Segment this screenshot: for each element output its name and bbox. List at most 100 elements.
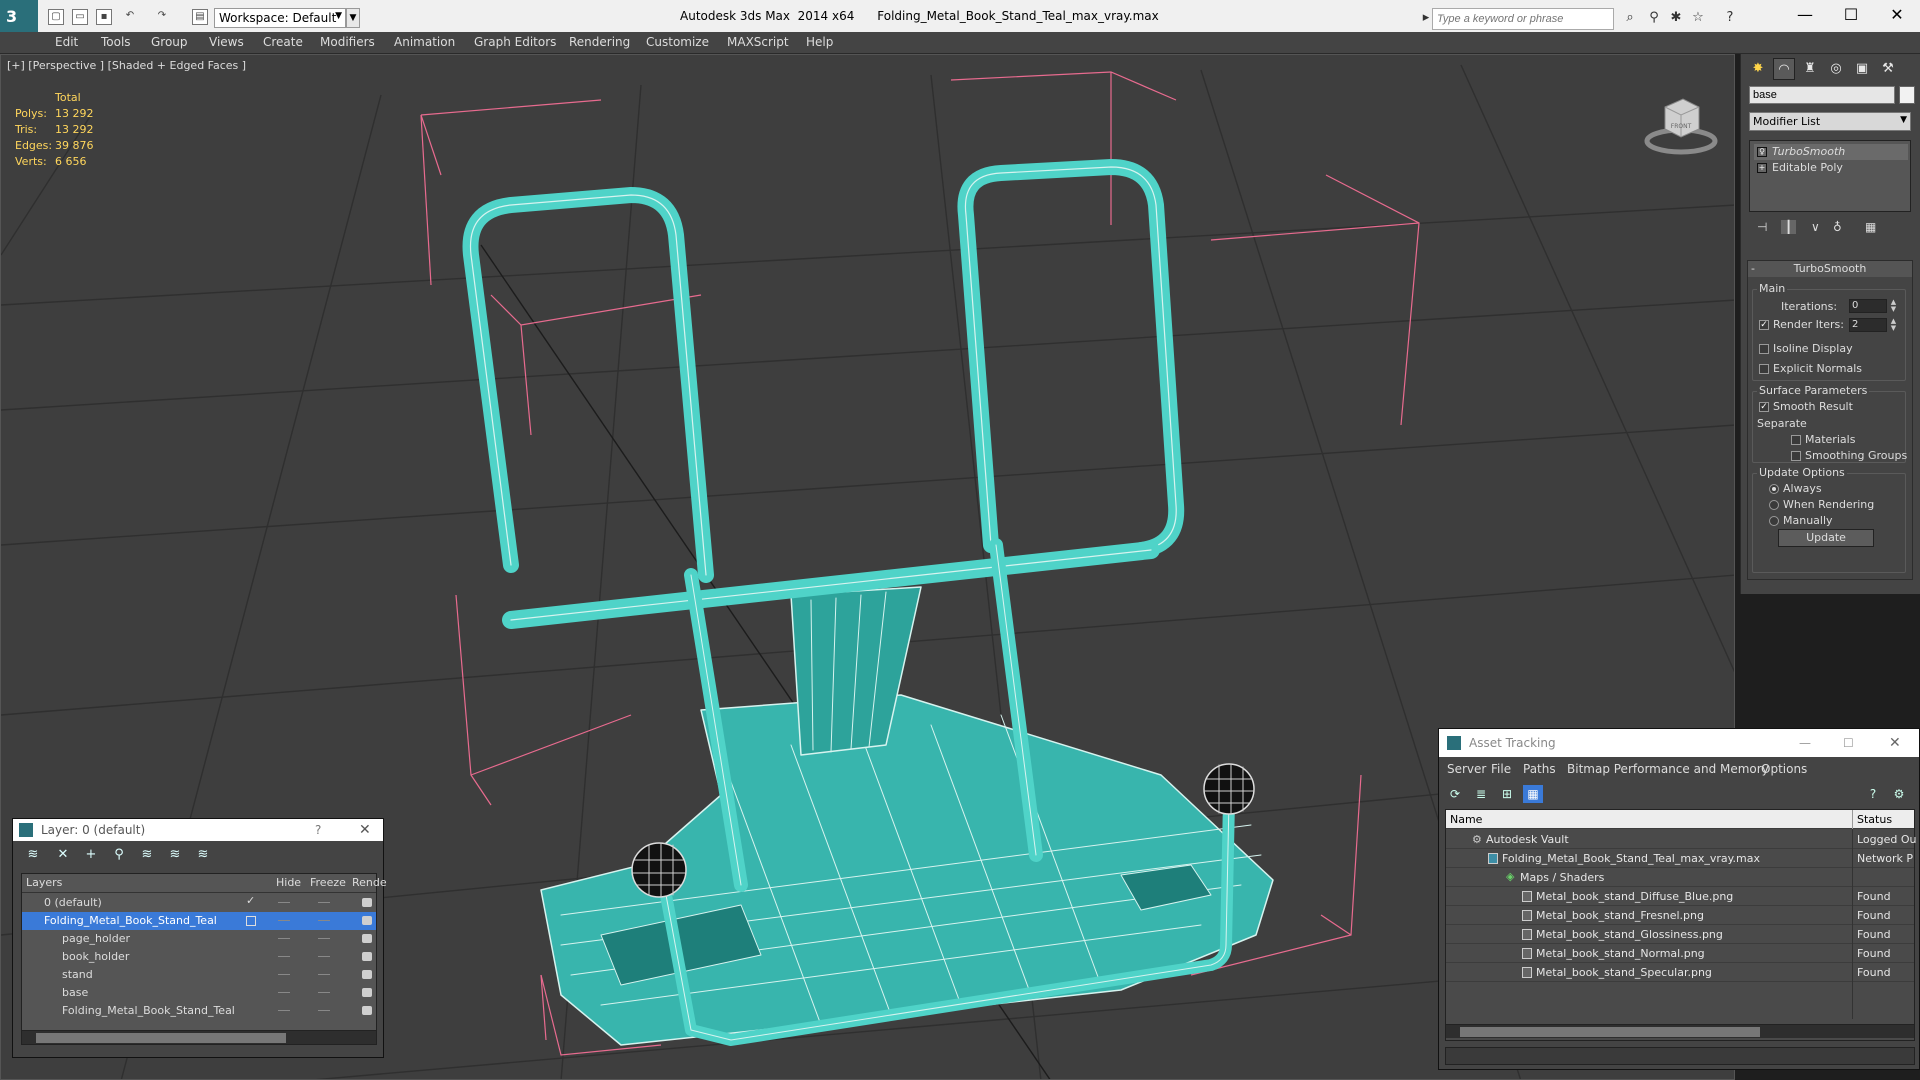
explicit-normals-checkbox[interactable] xyxy=(1759,364,1769,374)
tree-view-icon[interactable]: ⊞ xyxy=(1497,785,1517,803)
favorites-star-icon[interactable]: ☆ xyxy=(1690,10,1706,26)
maximize-icon[interactable]: ☐ xyxy=(1843,729,1854,757)
renderable-icon[interactable] xyxy=(362,898,372,907)
update-manually-radio[interactable] xyxy=(1769,516,1779,526)
layer-horizontal-scrollbar[interactable] xyxy=(22,1030,376,1044)
minimize-icon[interactable]: — xyxy=(1799,729,1811,757)
rollout-header[interactable]: - TurboSmooth xyxy=(1748,261,1912,277)
layer-row[interactable]: base xyxy=(22,984,376,1002)
new-file-icon[interactable]: ▢ xyxy=(48,9,64,25)
at-menu-file[interactable]: File xyxy=(1491,762,1511,776)
help-icon[interactable]: ? xyxy=(315,819,321,841)
iterations-spinner[interactable]: 0 xyxy=(1849,299,1887,313)
set-current-box-icon[interactable] xyxy=(246,916,256,926)
maximize-button[interactable]: ☐ xyxy=(1828,0,1874,32)
minimize-button[interactable]: — xyxy=(1782,0,1828,32)
status-column-header[interactable]: Status xyxy=(1857,813,1892,826)
menu-animation[interactable]: Animation xyxy=(394,35,455,49)
menu-modifiers[interactable]: Modifiers xyxy=(320,35,375,49)
add-to-layer-icon[interactable]: + xyxy=(81,847,101,865)
menu-group[interactable]: Group xyxy=(151,35,188,49)
menu-graph-editors[interactable]: Graph Editors xyxy=(474,35,556,49)
motion-tab-icon[interactable]: ◎ xyxy=(1825,58,1847,80)
update-button[interactable]: Update xyxy=(1778,529,1874,547)
render-iters-checkbox[interactable]: ✓ xyxy=(1759,320,1769,330)
asset-row[interactable]: Metal_book_stand_Fresnel.png Found xyxy=(1446,906,1914,925)
object-name-input[interactable] xyxy=(1749,86,1895,104)
render-iters-spinner[interactable]: 2 xyxy=(1849,318,1887,332)
asset-row[interactable]: Metal_book_stand_Diffuse_Blue.png Found xyxy=(1446,887,1914,906)
at-menu-bitmap-performance[interactable]: Bitmap Performance and Memory xyxy=(1567,762,1769,776)
renderable-icon[interactable] xyxy=(362,916,372,925)
update-when-rendering-radio[interactable] xyxy=(1769,500,1779,510)
renderable-icon[interactable] xyxy=(362,934,372,943)
communication-icon[interactable]: ✱ xyxy=(1668,10,1684,26)
create-tab-icon[interactable]: ✸ xyxy=(1747,58,1769,80)
layer-row[interactable]: page_holder xyxy=(22,930,376,948)
utilities-tab-icon[interactable]: ⚒ xyxy=(1877,58,1899,80)
smooth-result-checkbox[interactable]: ✓ xyxy=(1759,402,1769,412)
close-icon[interactable]: ✕ xyxy=(359,819,371,841)
renderable-icon[interactable] xyxy=(362,988,372,997)
at-menu-server[interactable]: Server xyxy=(1447,762,1486,776)
viewport-label-menu[interactable]: [+] [Perspective ] [Shaded + Edged Faces… xyxy=(7,59,246,72)
open-file-icon[interactable]: ▭ xyxy=(72,9,88,25)
hide-column-header[interactable]: Hide xyxy=(276,876,301,889)
layer-window-title-bar[interactable]: Layer: 0 (default) ? ✕ xyxy=(13,819,383,841)
render-column-header[interactable]: Rende xyxy=(352,876,387,889)
menu-help[interactable]: Help xyxy=(806,35,833,49)
menu-tools[interactable]: Tools xyxy=(101,35,131,49)
search-input[interactable] xyxy=(1432,8,1614,30)
options-icon[interactable]: ⚙ xyxy=(1889,785,1909,803)
hide-all-icon[interactable]: ≋ xyxy=(193,847,213,865)
object-color-swatch[interactable] xyxy=(1899,86,1915,104)
menu-edit[interactable]: Edit xyxy=(55,35,78,49)
lightbulb-icon[interactable]: ♀ xyxy=(1757,147,1767,157)
subscription-icon[interactable]: ⚲ xyxy=(1646,10,1662,26)
configure-modifier-sets-icon[interactable]: ▦ xyxy=(1865,220,1876,234)
menu-customize[interactable]: Customize xyxy=(646,35,709,49)
table-view-icon[interactable]: ▦ xyxy=(1523,785,1543,803)
remove-modifier-icon[interactable]: ♁ xyxy=(1833,220,1842,234)
renderable-icon[interactable] xyxy=(362,1006,372,1015)
set-current-layer-icon[interactable]: ≋ xyxy=(165,847,185,865)
smoothing-groups-checkbox[interactable] xyxy=(1791,451,1801,461)
layer-row[interactable]: Folding_Metal_Book_Stand_Teal xyxy=(22,1002,376,1020)
renderable-icon[interactable] xyxy=(362,970,372,979)
binoculars-icon[interactable]: ⌕ xyxy=(1622,10,1638,26)
layer-row-selected[interactable]: Folding_Metal_Book_Stand_Teal xyxy=(22,912,376,930)
hierarchy-tab-icon[interactable]: ♜ xyxy=(1799,58,1821,80)
stack-item-editable-poly[interactable]: + Editable Poly xyxy=(1754,160,1908,176)
workspace-dropdown-arrow[interactable]: ▼ xyxy=(346,8,360,28)
at-menu-paths[interactable]: Paths xyxy=(1523,762,1556,776)
materials-checkbox[interactable] xyxy=(1791,435,1801,445)
pin-stack-icon[interactable]: ⊣ xyxy=(1757,220,1767,234)
isoline-display-checkbox[interactable] xyxy=(1759,344,1769,354)
list-view-icon[interactable]: ≣ xyxy=(1471,785,1491,803)
layer-row[interactable]: 0 (default) ✓ xyxy=(22,894,376,912)
modifier-list-dropdown[interactable]: Modifier List ▼ xyxy=(1749,112,1911,131)
layers-column-header[interactable]: Layers xyxy=(26,876,62,889)
renderable-icon[interactable] xyxy=(362,952,372,961)
menu-views[interactable]: Views xyxy=(209,35,244,49)
asset-horizontal-scrollbar[interactable] xyxy=(1446,1024,1914,1038)
help-icon[interactable]: ? xyxy=(1722,10,1738,26)
asset-row[interactable]: Metal_book_stand_Glossiness.png Found xyxy=(1446,925,1914,944)
select-layer-icon[interactable]: ≋ xyxy=(137,847,157,865)
show-end-result-icon[interactable]: ┃ xyxy=(1781,220,1797,234)
layer-row[interactable]: book_holder xyxy=(22,948,376,966)
asset-row[interactable]: ◈ Maps / Shaders xyxy=(1446,868,1914,887)
stack-item-turbosmooth[interactable]: ♀ TurboSmooth xyxy=(1754,144,1908,160)
save-file-icon[interactable]: ▪ xyxy=(96,9,112,25)
modify-tab-icon[interactable]: ◠ xyxy=(1773,58,1795,80)
render-iters-spin-arrows-icon[interactable]: ▲ ▼ xyxy=(1889,318,1898,332)
viewcube-widget[interactable]: FRONT xyxy=(1641,89,1721,159)
workspace-dropdown[interactable]: Workspace: Default ▼ xyxy=(214,8,346,28)
name-column-header[interactable]: Name xyxy=(1450,813,1482,826)
undo-icon[interactable]: ↶ xyxy=(122,9,138,25)
close-window-button[interactable]: ✕ xyxy=(1874,0,1920,32)
asset-row[interactable]: ⚙ Autodesk Vault Logged Ou xyxy=(1446,830,1917,849)
project-folder-icon[interactable]: ▤ xyxy=(192,9,208,25)
redo-icon[interactable]: ↷ xyxy=(154,9,170,25)
update-always-radio[interactable] xyxy=(1769,484,1779,494)
